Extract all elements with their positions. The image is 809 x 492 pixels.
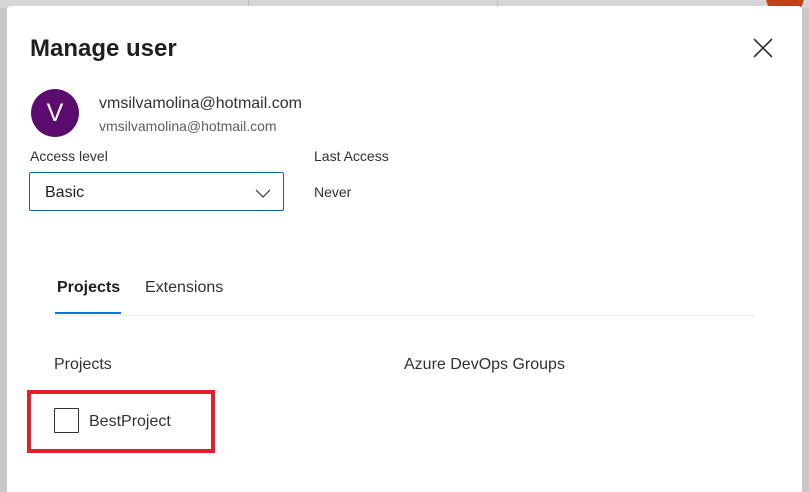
user-display-name: vmsilvamolina@hotmail.com [99,95,302,112]
dialog-title: Manage user [30,35,177,62]
projects-heading: Projects [54,356,112,373]
tab-selected-indicator [55,312,121,314]
project-label-bestproject[interactable]: BestProject [89,413,171,431]
chevron-down-icon [255,189,271,198]
avatar-initial: V [46,98,64,127]
avatar: V [31,89,79,137]
close-button[interactable] [751,36,775,60]
access-level-label: Access level [30,148,108,164]
azure-devops-groups-heading: Azure DevOps Groups [404,356,565,373]
manage-user-dialog: Manage user V vmsilvamolina@hotmail.com … [7,6,802,492]
tab-divider [55,315,755,316]
tab-extensions[interactable]: Extensions [145,279,223,297]
last-access-value: Never [314,184,352,200]
user-email: vmsilvamolina@hotmail.com [99,118,277,134]
access-level-value: Basic [45,184,85,201]
tab-projects[interactable]: Projects [57,279,120,297]
last-access-label: Last Access [314,148,389,164]
project-checkbox-bestproject[interactable] [54,408,79,433]
close-icon [753,38,773,58]
access-level-dropdown[interactable]: Basic [29,172,284,211]
